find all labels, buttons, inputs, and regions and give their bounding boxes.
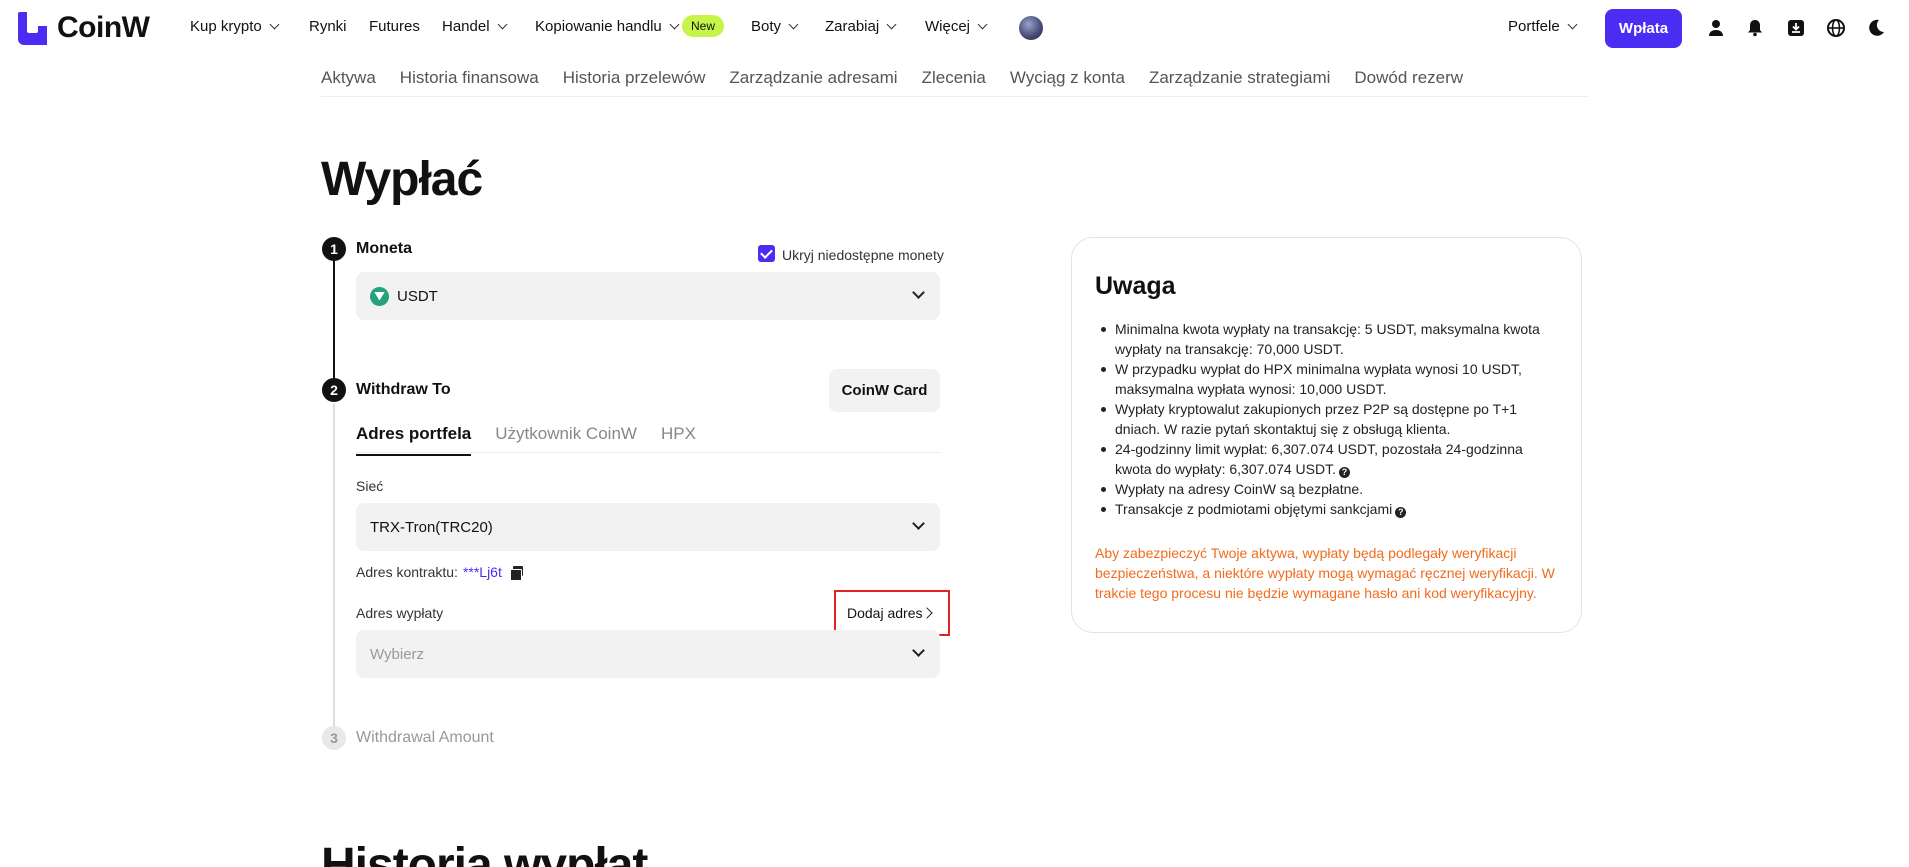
subnav-historia-przelewow[interactable]: Historia przelewów bbox=[563, 68, 706, 88]
nav-boty[interactable]: Boty bbox=[751, 18, 799, 35]
withdraw-address-label: Adres wypłaty bbox=[356, 605, 444, 621]
notice-card: Uwaga Minimalna kwota wypłaty na transak… bbox=[1071, 237, 1582, 633]
coinw-card-button[interactable]: CoinW Card bbox=[829, 369, 940, 412]
step-1-dot: 1 bbox=[322, 237, 346, 261]
subnav-historia-finansowa[interactable]: Historia finansowa bbox=[400, 68, 539, 88]
nav-label: Więcej bbox=[925, 18, 971, 35]
notice-title: Uwaga bbox=[1095, 272, 1176, 300]
nav-futures[interactable]: Futures bbox=[369, 18, 420, 35]
nav-wiecej[interactable]: Więcej bbox=[925, 18, 988, 35]
withdraw-address-select[interactable]: Wybierz bbox=[356, 630, 940, 678]
step-connector-active bbox=[333, 260, 335, 380]
network-select-value: TRX-Tron(TRC20) bbox=[370, 518, 493, 536]
top-navigation: CoinW Kup krypto Rynki Futures Handel Ko… bbox=[0, 0, 1909, 56]
notice-text: Transakcje z podmiotami objętymi sankcja… bbox=[1115, 501, 1393, 517]
step-3-label: Withdrawal Amount bbox=[356, 729, 494, 746]
notice-item: Wypłaty na adresy CoinW są bezpłatne. bbox=[1095, 479, 1558, 499]
promo-avatar-icon[interactable] bbox=[1019, 16, 1043, 40]
contract-address: Adres kontraktu: ***Lj6t bbox=[356, 564, 523, 581]
coinw-logo[interactable]: CoinW bbox=[18, 11, 150, 45]
nav-rynki[interactable]: Rynki bbox=[309, 18, 347, 35]
step-2-dot: 2 bbox=[322, 378, 346, 402]
moon-icon[interactable] bbox=[1866, 18, 1886, 38]
notice-item: W przypadku wypłat do HPX minimalna wypł… bbox=[1095, 359, 1558, 399]
network-select[interactable]: TRX-Tron(TRC20) bbox=[356, 503, 940, 551]
hide-unavailable-label[interactable]: Ukryj niedostępne monety bbox=[782, 247, 944, 263]
chevron-down-icon bbox=[1567, 19, 1578, 30]
question-icon[interactable]: ? bbox=[1395, 507, 1407, 518]
nav-label: Kopiowanie handlu bbox=[535, 18, 662, 35]
hide-unavailable-checkbox[interactable] bbox=[758, 245, 775, 262]
notice-text: Wypłaty na adresy CoinW są bezpłatne. bbox=[1115, 481, 1364, 497]
add-address-label: Dodaj adres bbox=[847, 605, 923, 621]
logo-text: CoinW bbox=[57, 11, 150, 44]
nav-label: Futures bbox=[369, 18, 420, 35]
chevron-down-icon bbox=[912, 644, 925, 657]
globe-icon[interactable] bbox=[1826, 18, 1846, 38]
chevron-down-icon bbox=[912, 517, 925, 530]
notice-text: W przypadku wypłat do HPX minimalna wypł… bbox=[1115, 361, 1522, 397]
question-icon[interactable]: ? bbox=[1339, 467, 1351, 478]
chevron-down-icon bbox=[912, 286, 925, 299]
notice-text: Wypłaty kryptowalut zakupionych przez P2… bbox=[1115, 401, 1518, 437]
chevron-down-icon bbox=[269, 19, 280, 30]
new-badge: New bbox=[682, 15, 725, 37]
chevron-down-icon bbox=[788, 19, 799, 30]
notice-text: 24-godzinny limit wypłat: 6,307.074 USDT… bbox=[1115, 441, 1523, 477]
subnav-zarzadzanie-strategiami[interactable]: Zarządzanie strategiami bbox=[1149, 68, 1330, 88]
nav-label: Zarabiaj bbox=[825, 18, 880, 35]
nav-label: Handel bbox=[442, 18, 490, 35]
step-connector-inactive bbox=[333, 404, 335, 726]
nav-label: Kup krypto bbox=[190, 18, 262, 35]
withdraw-address-placeholder: Wybierz bbox=[370, 645, 425, 663]
security-warning: Aby zabezpieczyć Twoje aktywa, wypłaty b… bbox=[1095, 545, 1555, 601]
logo-mark-icon bbox=[18, 11, 47, 45]
user-icon[interactable] bbox=[1706, 18, 1726, 38]
nav-portfele[interactable]: Portfele bbox=[1508, 18, 1578, 35]
step-2-label: Withdraw To bbox=[356, 381, 451, 398]
notice-list: Minimalna kwota wypłaty na transakcję: 5… bbox=[1095, 319, 1558, 519]
chevron-down-icon bbox=[977, 19, 988, 30]
nav-zarabiaj[interactable]: Zarabiaj bbox=[825, 18, 897, 35]
subnav-divider bbox=[321, 96, 1588, 97]
withdraw-history-title: Historia wypłat bbox=[321, 839, 648, 867]
subnav-aktywa[interactable]: Aktywa bbox=[321, 68, 376, 88]
usdt-coin-icon bbox=[370, 286, 389, 306]
notice-item: Minimalna kwota wypłaty na transakcję: 5… bbox=[1095, 319, 1558, 359]
subnav-dowod-rezerw[interactable]: Dowód rezerw bbox=[1354, 68, 1463, 88]
nav-label: Rynki bbox=[309, 18, 347, 35]
notice-item: 24-godzinny limit wypłat: 6,307.074 USDT… bbox=[1095, 439, 1558, 479]
download-icon[interactable] bbox=[1786, 18, 1806, 38]
deposit-button[interactable]: Wpłata bbox=[1605, 9, 1682, 48]
coin-select[interactable]: USDT bbox=[356, 272, 940, 320]
notice-item: Wypłaty kryptowalut zakupionych przez P2… bbox=[1095, 399, 1558, 439]
nav-handel[interactable]: Handel bbox=[442, 18, 507, 35]
copy-icon[interactable] bbox=[509, 565, 523, 581]
notice-item: Transakcje z podmiotami objętymi sankcja… bbox=[1095, 499, 1558, 519]
wallet-subnav: Aktywa Historia finansowa Historia przel… bbox=[321, 68, 1463, 88]
nav-kup-krypto[interactable]: Kup krypto bbox=[190, 18, 280, 35]
chevron-down-icon bbox=[886, 19, 897, 30]
step-1-label: Moneta bbox=[356, 240, 412, 257]
chevron-down-icon bbox=[497, 19, 507, 30]
subnav-zlecenia[interactable]: Zlecenia bbox=[922, 68, 986, 88]
network-label: Sieć bbox=[356, 478, 384, 494]
contract-label: Adres kontraktu: bbox=[356, 564, 458, 580]
tabs-divider bbox=[356, 452, 940, 453]
chevron-right-icon bbox=[921, 607, 933, 619]
contract-address-link[interactable]: ***Lj6t bbox=[463, 564, 502, 580]
subnav-zarzadzanie-adresami[interactable]: Zarządzanie adresami bbox=[729, 68, 897, 88]
chevron-down-icon bbox=[669, 19, 680, 30]
nav-kopiowanie-handlu[interactable]: Kopiowanie handlu bbox=[535, 18, 680, 35]
bell-icon[interactable] bbox=[1745, 18, 1765, 38]
notice-text: Minimalna kwota wypłaty na transakcję: 5… bbox=[1115, 321, 1540, 357]
subnav-wyciag-z-konta[interactable]: Wyciąg z konta bbox=[1010, 68, 1125, 88]
nav-label: Portfele bbox=[1508, 18, 1560, 35]
step-3-dot: 3 bbox=[322, 726, 346, 750]
page-title: Wypłać bbox=[321, 153, 483, 206]
nav-label: Boty bbox=[751, 18, 782, 35]
coin-select-value: USDT bbox=[397, 287, 438, 305]
